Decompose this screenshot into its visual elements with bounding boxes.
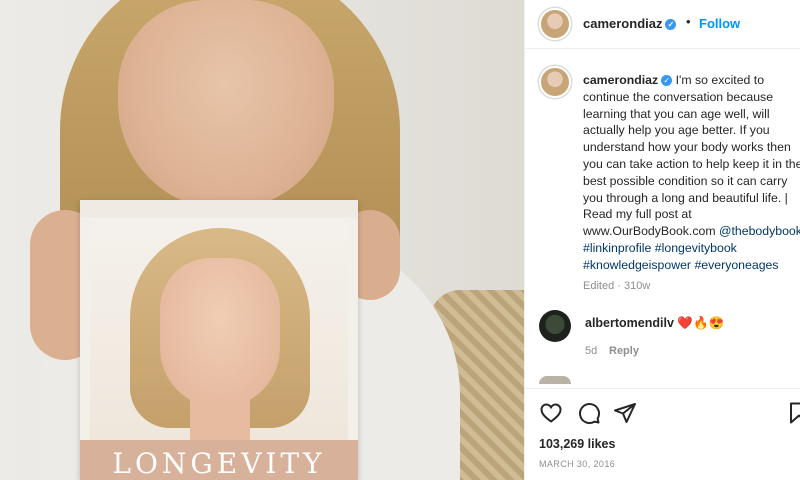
book-cover: LONGEVITY	[80, 200, 358, 480]
book-portrait	[90, 218, 348, 458]
comment-text: ❤️🔥😍	[677, 316, 725, 330]
post-date: MARCH 30, 2016	[539, 459, 616, 469]
book-cover-top	[80, 200, 358, 218]
author-username-text[interactable]: camerondiaz	[583, 16, 662, 31]
caption-url: www.OurBodyBook.com	[583, 224, 716, 239]
caption-username[interactable]: camerondiaz	[583, 73, 658, 87]
share-icon[interactable]	[613, 401, 637, 425]
separator-dot: •	[686, 14, 691, 29]
post-sidebar: camerondiaz ✓ • Follow camerondiaz ✓ I'm s…	[524, 0, 800, 480]
caption-avatar[interactable]	[539, 66, 571, 98]
commenter-avatar[interactable]	[539, 310, 571, 342]
book-title: LONGEVITY	[80, 440, 358, 480]
hashtag-link[interactable]: #longevitybook	[655, 241, 737, 255]
author-username[interactable]: camerondiaz ✓	[583, 16, 677, 31]
hashtag-link[interactable]: #knowledgeispower	[583, 258, 691, 272]
caption-line: Read my full post at	[583, 207, 692, 222]
verified-badge-icon: ✓	[665, 19, 677, 30]
caption-line: I'm so excited to	[672, 73, 765, 87]
comment-age: 5d	[585, 345, 598, 357]
reply-button[interactable]: Reply	[609, 345, 639, 357]
caption-text: camerondiaz ✓ I'm so excited to continue …	[583, 72, 800, 274]
caption-line: best possible condition so it can carry	[583, 173, 788, 188]
caption-meta: Edited · 310w	[583, 280, 651, 292]
likes-count[interactable]: 103,269 likes	[539, 437, 615, 451]
verified-badge-icon: ✓	[661, 75, 673, 86]
next-comment-avatar	[539, 376, 571, 384]
portrait-face	[160, 258, 280, 408]
commenter-line: albertomendilv ❤️🔥😍	[585, 316, 724, 331]
heart-icon[interactable]	[539, 401, 563, 425]
post-photo[interactable]: LONGEVITY	[0, 0, 524, 480]
person-face	[118, 0, 334, 210]
comment-icon[interactable]	[577, 401, 601, 425]
post-header: camerondiaz ✓ • Follow	[525, 0, 800, 49]
commenter-username[interactable]: albertomendilv	[585, 316, 674, 330]
caption-line: understand how your body works then	[583, 140, 791, 155]
caption-line: you through a long and beautiful life. |	[583, 190, 788, 205]
caption-line: continue the conversation because	[583, 89, 774, 104]
post-actions: 103,269 likes MARCH 30, 2016	[525, 388, 800, 480]
caption-line: you can take action to help keep it in t…	[583, 156, 800, 171]
caption-line: learning that you can age well, will	[583, 106, 770, 121]
author-avatar[interactable]	[539, 8, 571, 40]
mention-link[interactable]: @thebodybook	[719, 224, 800, 238]
hashtag-link[interactable]: #linkinprofile	[583, 241, 651, 255]
follow-button[interactable]: Follow	[699, 16, 740, 31]
hashtag-link[interactable]: #everyoneages	[694, 258, 778, 272]
bookmark-icon[interactable]	[787, 401, 800, 425]
caption-line: actually help you age better. If you	[583, 123, 770, 138]
